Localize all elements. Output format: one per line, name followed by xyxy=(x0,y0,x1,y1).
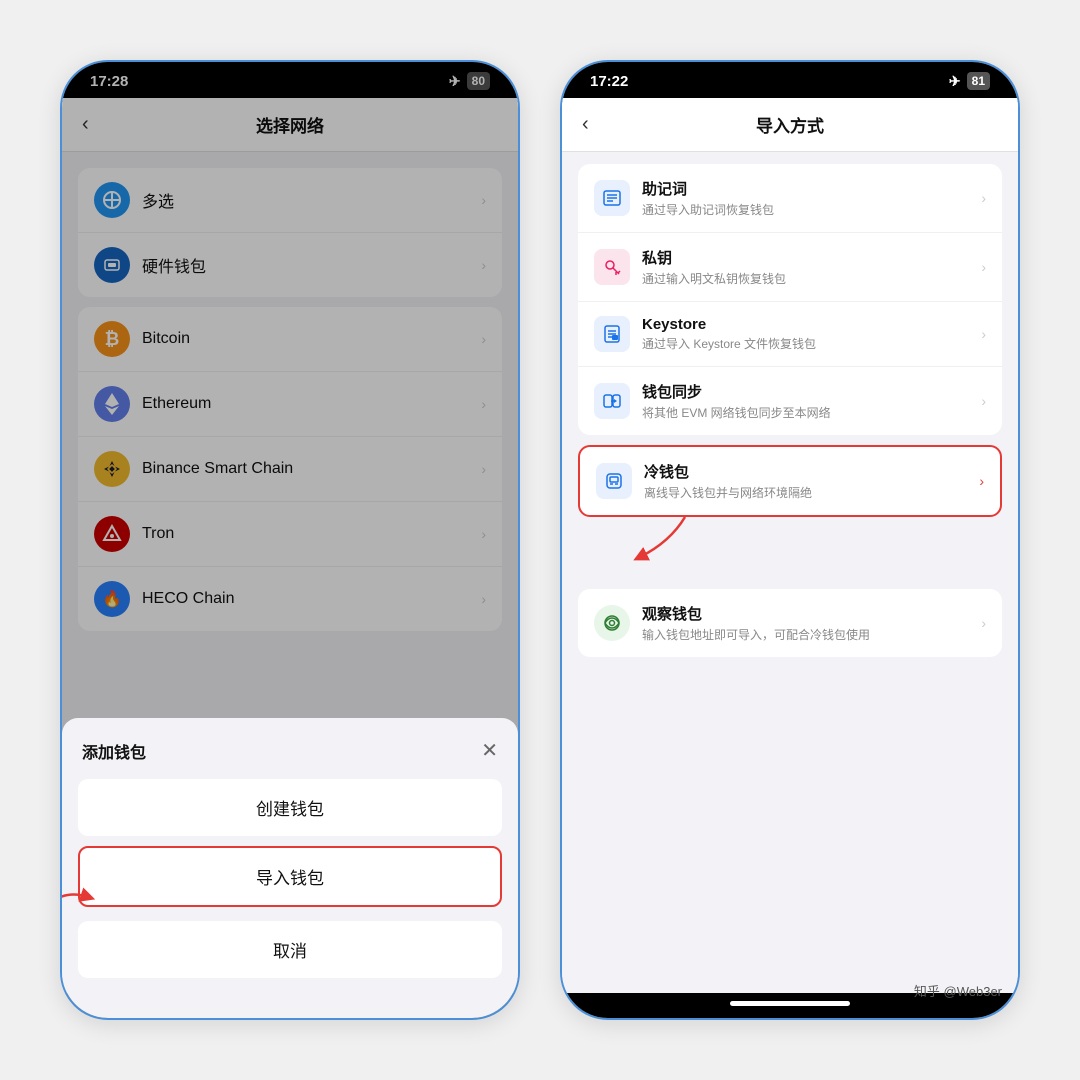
sync-chevron: › xyxy=(981,393,986,409)
modal-overlay: 添加钱包 ✕ 创建钱包 导入钱包 取 xyxy=(62,98,518,993)
privatekey-name: 私钥 xyxy=(642,247,981,268)
right-nav-title: 导入方式 xyxy=(756,112,824,137)
mnemonic-chevron: › xyxy=(981,190,986,206)
watch-desc: 输入钱包地址即可导入，可配合冷钱包使用 xyxy=(642,626,981,643)
keystore-name: Keystore xyxy=(642,316,981,333)
create-wallet-button[interactable]: 创建钱包 xyxy=(78,779,502,836)
privatekey-desc: 通过输入明文私钥恢复钱包 xyxy=(642,270,981,287)
right-home-bar xyxy=(730,1001,850,1006)
keystore-chevron: › xyxy=(981,326,986,342)
right-airplane-icon: ✈ xyxy=(949,73,961,90)
import-sync[interactable]: 钱包同步 将其他 EVM 网络钱包同步至本网络 › xyxy=(578,367,1002,435)
modal-header: 添加钱包 ✕ xyxy=(78,738,502,763)
watch-wallet-section: 观察钱包 输入钱包地址即可导入，可配合冷钱包使用 › xyxy=(578,589,1002,657)
cold-wallet-section: 冷钱包 离线导入钱包并与网络环境隔绝 › xyxy=(578,445,1002,517)
right-screen: ‹ 导入方式 助记词 通过导入助记词恢复钱包 › xyxy=(562,98,1018,993)
watch-icon xyxy=(594,605,630,641)
import-cold[interactable]: 冷钱包 离线导入钱包并与网络环境隔绝 › xyxy=(580,447,1000,515)
cold-chevron: › xyxy=(979,473,984,489)
privatekey-text: 私钥 通过输入明文私钥恢复钱包 xyxy=(642,247,981,287)
attribution: 知乎 @Web3er xyxy=(914,981,1002,1000)
watch-text: 观察钱包 输入钱包地址即可导入，可配合冷钱包使用 xyxy=(642,603,981,643)
right-back-button[interactable]: ‹ xyxy=(582,113,589,136)
modal-title: 添加钱包 xyxy=(82,739,146,763)
right-time: 17:22 xyxy=(590,73,628,90)
import-mnemonic[interactable]: 助记词 通过导入助记词恢复钱包 › xyxy=(578,164,1002,233)
mnemonic-icon xyxy=(594,180,630,216)
right-nav-bar: ‹ 导入方式 xyxy=(562,98,1018,152)
cold-arrow xyxy=(630,512,700,567)
keystore-icon xyxy=(594,316,630,352)
sync-name: 钱包同步 xyxy=(642,381,981,402)
import-privatekey[interactable]: 私钥 通过输入明文私钥恢复钱包 › xyxy=(578,233,1002,302)
cold-icon xyxy=(596,463,632,499)
import-methods-section: 助记词 通过导入助记词恢复钱包 › 私钥 通过输入明文私钥恢复 xyxy=(578,164,1002,435)
keystore-text: Keystore 通过导入 Keystore 文件恢复钱包 xyxy=(642,316,981,352)
mnemonic-text: 助记词 通过导入助记词恢复钱包 xyxy=(642,178,981,218)
sync-desc: 将其他 EVM 网络钱包同步至本网络 xyxy=(642,404,981,421)
right-phone: 17:22 ✈ 81 ‹ 导入方式 xyxy=(560,60,1020,1020)
cold-text: 冷钱包 离线导入钱包并与网络环境隔绝 xyxy=(644,461,979,501)
right-status-bar: 17:22 ✈ 81 xyxy=(562,62,1018,98)
privatekey-chevron: › xyxy=(981,259,986,275)
privatekey-icon xyxy=(594,249,630,285)
keystore-desc: 通过导入 Keystore 文件恢复钱包 xyxy=(642,335,981,352)
sync-text: 钱包同步 将其他 EVM 网络钱包同步至本网络 xyxy=(642,381,981,421)
left-screen: ‹ 选择网络 多选 › xyxy=(62,98,518,993)
import-wallet-button[interactable]: 导入钱包 xyxy=(78,846,502,907)
cold-name: 冷钱包 xyxy=(644,461,979,482)
watch-name: 观察钱包 xyxy=(642,603,981,624)
sync-icon xyxy=(594,383,630,419)
mnemonic-desc: 通过导入助记词恢复钱包 xyxy=(642,201,981,218)
modal-sheet: 添加钱包 ✕ 创建钱包 导入钱包 取 xyxy=(62,718,518,993)
right-status-right: ✈ 81 xyxy=(949,72,990,90)
modal-close-button[interactable]: ✕ xyxy=(481,738,498,763)
import-arrow xyxy=(62,877,108,927)
cancel-button[interactable]: 取消 xyxy=(78,921,502,978)
watch-chevron: › xyxy=(981,615,986,631)
left-phone: 17:28 ✈ 80 ‹ 选择网络 xyxy=(60,60,520,1020)
right-battery: 81 xyxy=(967,72,990,90)
mnemonic-name: 助记词 xyxy=(642,178,981,199)
import-watch[interactable]: 观察钱包 输入钱包地址即可导入，可配合冷钱包使用 › xyxy=(578,589,1002,657)
import-keystore[interactable]: Keystore 通过导入 Keystore 文件恢复钱包 › xyxy=(578,302,1002,367)
cold-desc: 离线导入钱包并与网络环境隔绝 xyxy=(644,484,979,501)
